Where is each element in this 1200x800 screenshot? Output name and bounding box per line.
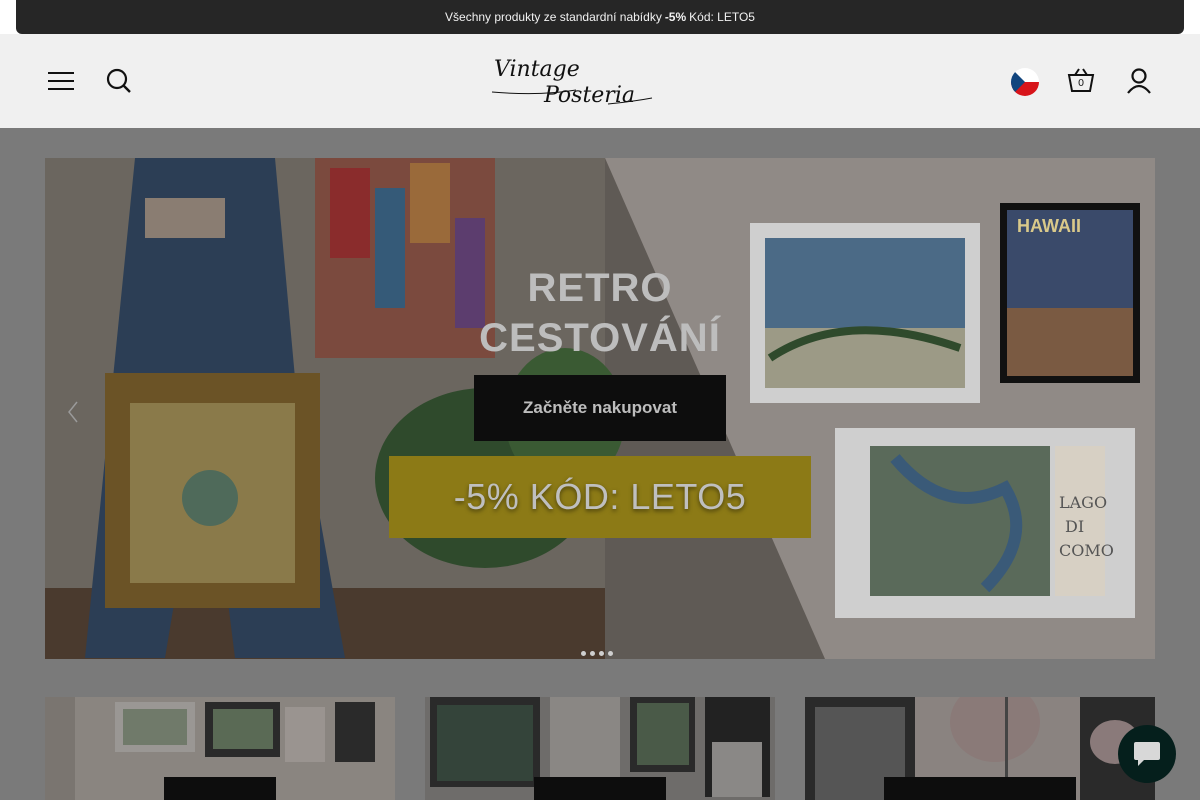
slider-dot[interactable] xyxy=(581,651,586,656)
category-card-2[interactable] xyxy=(425,697,775,800)
page: Všechny produkty ze standardní nabídky -… xyxy=(0,0,1200,800)
logo-text-posteria: Posteria xyxy=(543,83,635,108)
chat-button[interactable] xyxy=(1118,725,1176,783)
announcement-text: Všechny produkty ze standardní nabídky xyxy=(445,10,662,24)
hero-title-line1: RETRO xyxy=(527,266,673,310)
hero-promo-badge: -5% KÓD: LETO5 xyxy=(389,456,811,538)
slider-dot[interactable] xyxy=(599,651,604,656)
announcement-code: Kód: LETO5 xyxy=(689,10,755,24)
cart-count: 0 xyxy=(1077,78,1085,89)
category-card-3[interactable] xyxy=(805,697,1155,800)
search-icon[interactable] xyxy=(104,66,134,96)
announcement-discount: -5% xyxy=(664,10,687,24)
hero-shop-button[interactable]: Začněte nakupovat xyxy=(474,375,726,441)
category-button-3[interactable] xyxy=(884,777,1076,800)
category-button-2[interactable] xyxy=(534,777,666,800)
category-button-1[interactable] xyxy=(164,777,276,800)
announcement-bar[interactable]: Všechny produkty ze standardní nabídky -… xyxy=(16,0,1184,34)
site-logo[interactable]: Vintage Posteria xyxy=(480,46,660,112)
svg-text:HAWAII: HAWAII xyxy=(1017,216,1081,236)
category-card-1[interactable] xyxy=(45,697,395,800)
hero-title: RETRO CESTOVÁNÍ xyxy=(440,263,760,363)
language-flag-icon[interactable] xyxy=(1011,68,1039,96)
svg-text:LAGO: LAGO xyxy=(1059,493,1107,512)
slider-dot[interactable] xyxy=(590,651,595,656)
slider-dots xyxy=(581,651,621,657)
site-header: Vintage Posteria 0 xyxy=(0,34,1200,128)
svg-text:DI: DI xyxy=(1065,517,1084,536)
chevron-left-icon[interactable] xyxy=(63,398,83,426)
chat-bubble-icon xyxy=(1134,742,1160,766)
menu-icon[interactable] xyxy=(46,66,76,96)
logo-text-vintage: Vintage xyxy=(494,57,580,82)
hero-slider[interactable]: HAWAII LAGO DI COMO RETRO CESTOVÁNÍ Začn… xyxy=(45,158,1155,659)
svg-text:COMO: COMO xyxy=(1059,541,1114,560)
slider-dot[interactable] xyxy=(608,651,613,656)
hero-title-line2: CESTOVÁNÍ xyxy=(479,316,721,360)
account-icon[interactable] xyxy=(1124,66,1154,96)
